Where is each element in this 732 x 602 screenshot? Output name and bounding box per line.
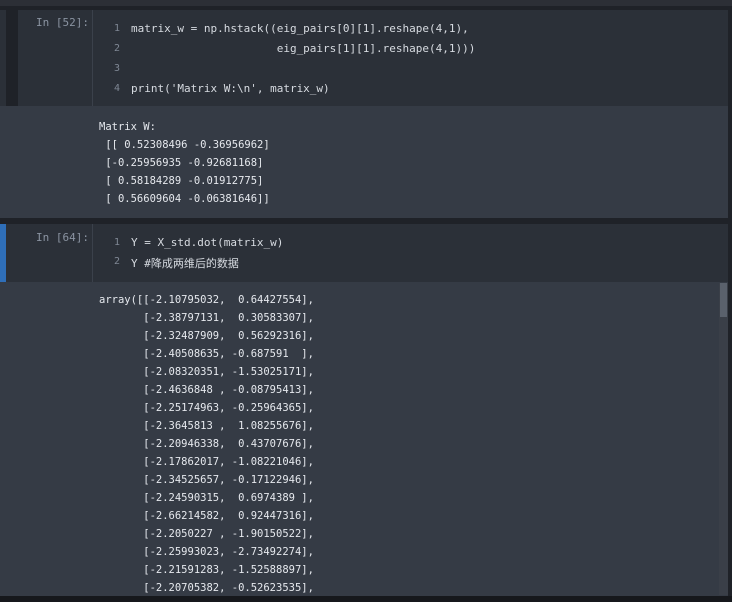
- line-number: 1: [113, 237, 120, 248]
- output-line: [-2.20946338, 0.43707676],: [99, 438, 314, 450]
- code-line[interactable]: matrix_w = np.hstack((eig_pairs[0][1].re…: [131, 22, 469, 35]
- output-line: [-2.4636848 , -0.08795413],: [99, 384, 314, 396]
- code-line[interactable]: Y #降成两维后的数据: [131, 255, 239, 271]
- notebook-cell-52[interactable]: In [52]: 1 2 3 4 matrix_w = np.hstack((e…: [0, 10, 728, 218]
- line-number-gutter: [92, 224, 93, 282]
- output-line: Matrix W:: [99, 121, 156, 133]
- output-line: [-2.2050227 , -1.90150522],: [99, 528, 314, 540]
- output-line: [-2.3645813 , 1.08255676],: [99, 420, 314, 432]
- cell-output-area: Matrix W: [[ 0.52308496 -0.36956962] [-0…: [0, 106, 728, 218]
- output-line: [-2.08320351, -1.53025171],: [99, 366, 314, 378]
- code-line[interactable]: print('Matrix W:\n', matrix_w): [131, 82, 330, 95]
- line-number-gutter: [92, 10, 93, 106]
- output-line: [-2.25993023, -2.73492274],: [99, 546, 314, 558]
- output-scrollbar-thumb[interactable]: [720, 283, 727, 317]
- cell-input-area[interactable]: In [64]: 1 2 Y = X_std.dot(matrix_w) Y #…: [0, 224, 728, 282]
- cell-selection-bar: [6, 10, 18, 106]
- output-line: [-2.66214582, 0.92447316],: [99, 510, 314, 522]
- notebook-cell-64[interactable]: In [64]: 1 2 Y = X_std.dot(matrix_w) Y #…: [0, 224, 728, 596]
- output-line: [-2.40508635, -0.687591 ],: [99, 348, 314, 360]
- output-line: [[ 0.52308496 -0.36956962]: [99, 139, 270, 151]
- code-line[interactable]: eig_pairs[1][1].reshape(4,1))): [131, 42, 476, 55]
- output-line: [-2.20705382, -0.52623535],: [99, 582, 314, 594]
- output-line: [-2.25174963, -0.25964365],: [99, 402, 314, 414]
- output-line: [-2.21591283, -1.52588897],: [99, 564, 314, 576]
- line-number: 3: [113, 63, 120, 74]
- top-toolbar-strip: [0, 0, 732, 6]
- cell-prompt: In [52]:: [36, 16, 89, 29]
- output-line: [-0.25956935 -0.92681168]: [99, 157, 264, 169]
- output-line: [-2.24590315, 0.6974389 ],: [99, 492, 314, 504]
- line-number: 1: [113, 23, 120, 34]
- output-line: [-2.34525657, -0.17122946],: [99, 474, 314, 486]
- output-line: [-2.17862017, -1.08221046],: [99, 456, 314, 468]
- line-number: 2: [113, 256, 120, 267]
- output-line: [ 0.58184289 -0.01912775]: [99, 175, 264, 187]
- line-number: 4: [113, 83, 120, 94]
- cell-output-area: array([[-2.10795032, 0.64427554], [-2.38…: [0, 282, 728, 596]
- line-number: 2: [113, 43, 120, 54]
- bottom-strip: [0, 596, 732, 602]
- output-scrollbar-track[interactable]: [719, 283, 728, 595]
- output-line: [-2.38797131, 0.30583307],: [99, 312, 314, 324]
- output-line: [ 0.56609604 -0.06381646]]: [99, 193, 270, 205]
- cell-prompt: In [64]:: [36, 231, 89, 244]
- output-line: [-2.32487909, 0.56292316],: [99, 330, 314, 342]
- code-line[interactable]: Y = X_std.dot(matrix_w): [131, 236, 283, 249]
- cell-input-area[interactable]: In [52]: 1 2 3 4 matrix_w = np.hstack((e…: [0, 10, 728, 106]
- output-line: array([[-2.10795032, 0.64427554],: [99, 294, 314, 306]
- active-cell-indicator: [0, 224, 6, 282]
